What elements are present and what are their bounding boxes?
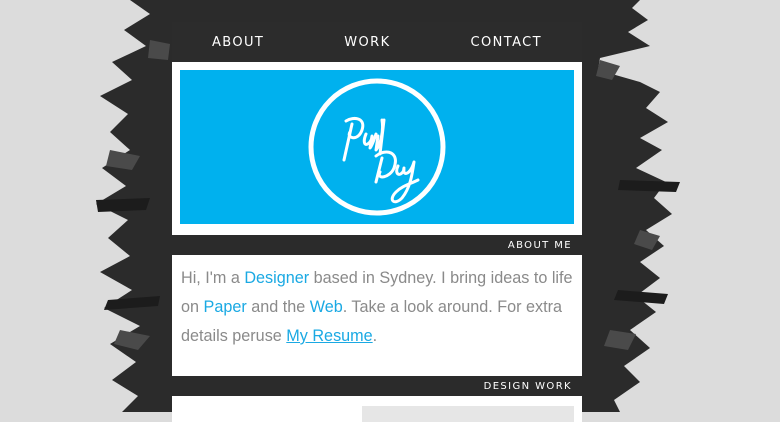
about-paragraph: Hi, I'm a Designer based in Sydney. I br…: [181, 264, 576, 351]
designer-link[interactable]: Designer: [244, 269, 309, 287]
hero-banner: [180, 70, 574, 224]
design-work-preview: [362, 406, 574, 422]
nav-item-work[interactable]: WORK: [344, 35, 390, 50]
web-link[interactable]: Web: [310, 298, 343, 316]
design-work-heading: DESIGN WORK: [172, 376, 582, 396]
site-container: ABOUT WORK CONTACT ABOUT ME Hi, I'm a De…: [172, 22, 582, 422]
about-text-mid2: and the: [246, 298, 310, 316]
paper-link[interactable]: Paper: [204, 298, 247, 316]
about-text-intro: Hi, I'm a: [181, 269, 245, 287]
signature-logo-icon[interactable]: [306, 76, 448, 218]
nav-item-about[interactable]: ABOUT: [212, 35, 264, 50]
about-me-heading: ABOUT ME: [172, 235, 582, 255]
nav-item-contact[interactable]: CONTACT: [471, 35, 542, 50]
about-text-end: .: [372, 327, 378, 345]
top-navigation: ABOUT WORK CONTACT: [172, 22, 582, 62]
resume-link[interactable]: My Resume: [286, 327, 372, 345]
